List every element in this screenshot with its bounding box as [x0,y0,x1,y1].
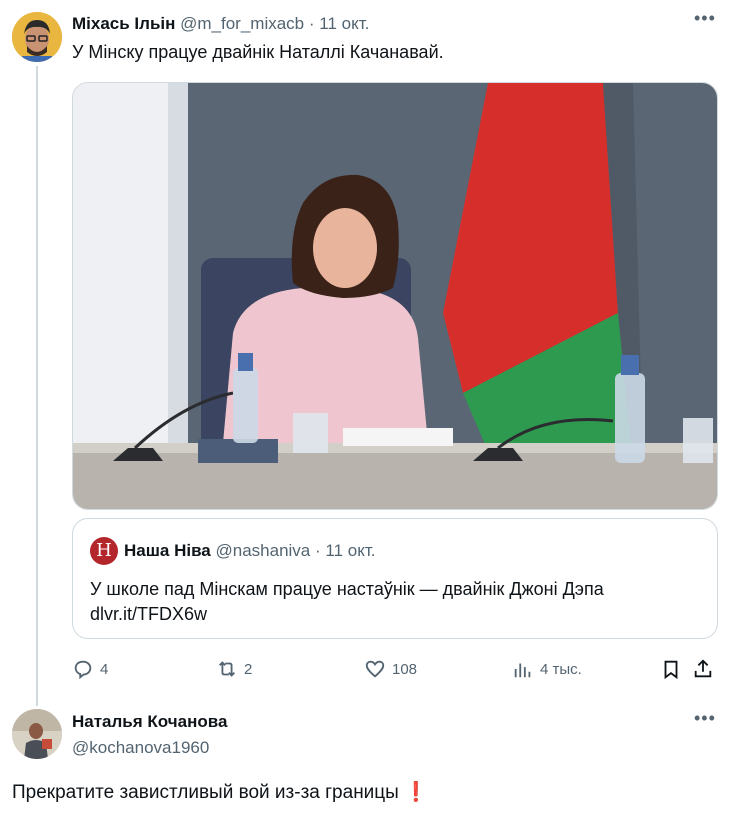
header-separator: · [308,14,315,33]
bookmark-icon [664,660,678,680]
author-avatar[interactable] [12,12,62,62]
reply-text: Прекратите завистливый вой из-за границы… [12,780,428,804]
quoted-tweet-card[interactable]: Н Наша Ніва @nashaniva · 11 окт. У школе… [72,518,718,639]
like-icon [365,660,385,678]
reply-count: 4 [100,660,109,678]
photo-meeting-scene [73,83,717,509]
views-button[interactable]: 4 тыс. [512,654,582,684]
reply-icon [74,660,92,680]
quote-author-name[interactable]: Наша Ніва [124,541,211,560]
exclamation-emoji-icon: ❗ [404,782,428,803]
repost-button[interactable]: 2 [216,654,252,684]
reply-author-name[interactable]: Наталья Кочанова [72,712,227,732]
tweet-date[interactable]: 11 окт. [319,14,369,33]
like-count: 108 [392,660,418,678]
views-icon [514,663,531,678]
reply-author-avatar[interactable] [12,709,62,759]
reply-text-body: Прекратите завистливый вой из-за границы [12,782,399,803]
quote-author-handle[interactable]: @nashaniva [216,541,311,560]
nasha-niva-logo-icon: Н [90,537,118,565]
quote-text-line: У школе пад Мінскам працуе настаўнік — д… [90,579,604,599]
views-count: 4 тыс. [540,660,582,678]
bookmark-button[interactable] [660,654,688,684]
tweet-header: Міхась Ільін @m_for_mixacb · 11 окт. [72,14,369,34]
author-handle[interactable]: @m_for_mixacb [180,14,304,33]
reply-header: Наталья Кочанова @kochanova1960 [72,712,227,758]
repost-icon [219,661,235,677]
reply-avatar-image [12,709,62,759]
quote-separator: · [315,541,321,560]
reply-button[interactable]: 4 [72,654,108,684]
tweet-text: У Мінску працуе двайнік Наталлі Качанава… [72,42,444,62]
repost-count: 2 [244,660,253,678]
reply-more-options-icon[interactable]: ••• [694,708,716,729]
share-button[interactable] [692,654,720,684]
reply-author-handle[interactable]: @kochanova1960 [72,738,227,758]
author-name[interactable]: Міхась Ільін [72,14,175,33]
quote-header: Наша Ніва @nashaniva · 11 окт. [124,541,376,561]
more-options-icon[interactable]: ••• [694,8,716,29]
share-icon [694,659,712,678]
quote-text: У школе пад Мінскам працуе настаўнік — д… [90,577,604,627]
quote-date[interactable]: 11 окт. [325,541,375,560]
thread-connector-line [36,66,38,706]
quote-link[interactable]: dlvr.it/TFDX6w [90,602,604,627]
like-button[interactable]: 108 [364,654,417,684]
tweet-actions-bar: 4 2 108 4 тыс. [72,654,718,684]
cartoon-avatar-image [12,12,62,62]
tweet-media-image[interactable] [72,82,718,510]
